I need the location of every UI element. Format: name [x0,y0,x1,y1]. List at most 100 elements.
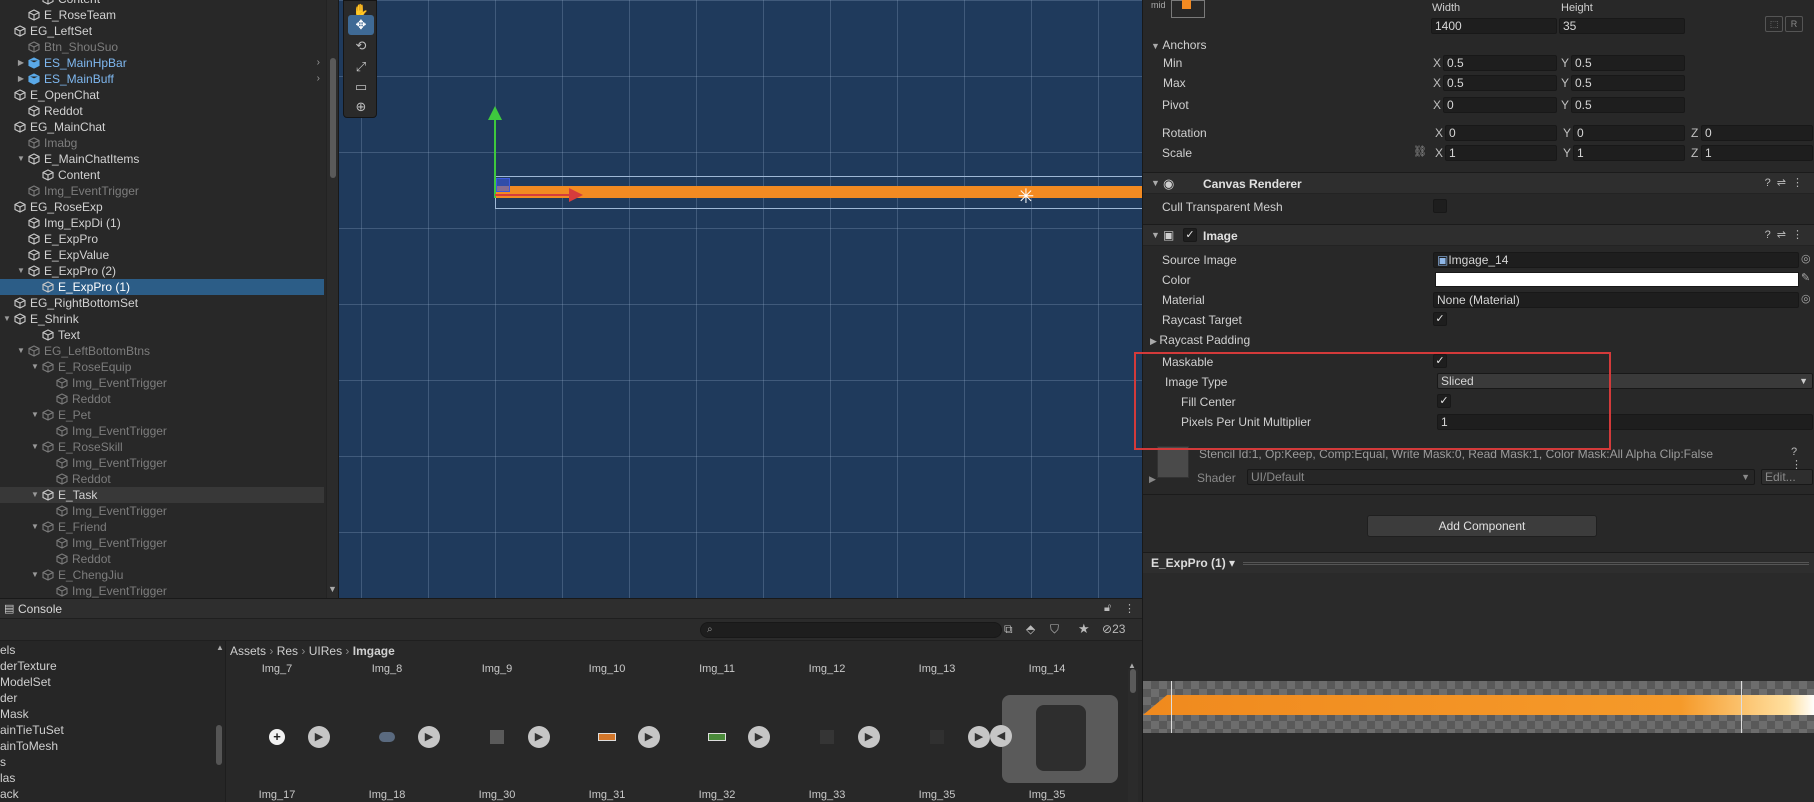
hierarchy-item[interactable]: Img_ExpDi (1) [0,215,324,231]
hierarchy-item[interactable]: E_OpenChat [0,87,324,103]
anchor-preset-button[interactable]: mid [1151,0,1205,20]
component-header-icons[interactable]: ?⇌⋮ [1765,176,1809,189]
hierarchy-item[interactable]: Reddot [0,391,324,407]
pivot-y-field[interactable]: 0.5 [1571,97,1685,113]
expand-sprites-icon[interactable]: ▶ [968,726,990,748]
color-swatch[interactable] [1435,272,1799,287]
asset-name[interactable]: Img_14 [1002,663,1092,675]
console-tab[interactable]: Console [18,602,62,616]
hierarchy-item[interactable]: ▼ E_Friend [0,519,324,535]
asset-name[interactable]: Img_7 [232,663,322,675]
breadcrumb-res[interactable]: Res [277,644,298,658]
asset-name[interactable]: Img_35 [1002,789,1092,801]
open-prefab-arrow-icon[interactable]: › [317,55,320,71]
foldout-expanded-icon[interactable]: ▼ [16,343,26,359]
hierarchy-item[interactable]: Btn_ShouSuo [0,39,324,55]
favorite-star-icon[interactable]: ★ [1078,621,1090,637]
scroll-up-icon[interactable]: ▲ [216,643,224,652]
asset-thumbnail[interactable] [706,726,728,748]
project-folder-item[interactable]: ainTieTuSet [0,723,64,737]
foldout-expanded-icon[interactable]: ▼ [30,439,40,455]
anchor-max-y-field[interactable]: 0.5 [1571,75,1685,91]
project-folder-item[interactable]: ainToMesh [0,739,58,753]
hierarchy-item[interactable]: Content [0,0,324,7]
hierarchy-item[interactable]: E_RoseTeam [0,7,324,23]
rotate-tool-icon[interactable]: ⟲ [348,36,374,56]
scale-tool-icon[interactable]: ⤢ [348,57,374,77]
gizmo-x-axis[interactable] [495,194,575,196]
foldout-expanded-icon[interactable]: ▼ [16,263,26,279]
hierarchy-item[interactable]: Reddot [0,471,324,487]
hierarchy-item[interactable]: Img_EventTrigger [0,583,324,598]
asset-name[interactable]: Img_32 [672,789,762,801]
project-folder-item[interactable]: der [0,691,17,705]
asset-thumbnail[interactable] [816,726,838,748]
hierarchy-item[interactable]: Reddot [0,551,324,567]
anchor-min-x-field[interactable]: 0.5 [1443,55,1557,71]
preview-title[interactable]: E_ExpPro (1) ▾ [1151,556,1235,570]
foldout-expanded-icon[interactable]: ▼ [16,151,26,167]
hierarchy-item[interactable]: Img_EventTrigger [0,375,324,391]
asset-thumbnail[interactable] [486,726,508,748]
anchors-foldout[interactable]: ▼ Anchors [1151,38,1206,52]
hierarchy-item[interactable]: ▶ ES_MainBuff › [0,71,324,87]
blueprint-mode-icon[interactable]: ⬚ [1765,16,1783,32]
anchor-min-y-field[interactable]: 0.5 [1571,55,1685,71]
material-header-icons[interactable]: ?⋮ [1791,446,1814,471]
expand-sprites-icon[interactable]: ▶ [748,726,770,748]
anchor-max-x-field[interactable]: 0.5 [1443,75,1557,91]
expand-sprites-icon[interactable]: ▶ [858,726,880,748]
foldout-arrow-icon[interactable]: ▼ [1151,230,1160,240]
asset-thumbnail[interactable] [376,726,398,748]
project-folder-item[interactable]: las [0,771,15,785]
hierarchy-item[interactable]: EG_RoseExp [0,199,324,215]
eyedropper-icon[interactable]: ✎ [1801,271,1810,284]
foldout-expanded-icon[interactable]: ▼ [30,519,40,535]
foldout-expanded-icon[interactable]: ▼ [30,359,40,375]
asset-grid-scrollbar[interactable]: ▲ [1128,661,1138,802]
hierarchy-item[interactable]: E_ExpPro [0,231,324,247]
hierarchy-item[interactable]: Img_EventTrigger [0,183,324,199]
hierarchy-item[interactable]: EG_MainChat [0,119,324,135]
expand-sprites-icon[interactable]: ▶ [418,726,440,748]
breadcrumb-imgage[interactable]: Imgage [353,644,395,658]
hidden-packages-icon[interactable]: ⊘23 [1102,622,1125,636]
collapse-sprites-icon[interactable]: ◀ [990,725,1012,747]
slice-border-left[interactable] [1171,681,1172,733]
search-input[interactable]: ⌕ [700,622,1002,638]
project-folder-item[interactable]: s [0,755,6,769]
foldout-collapsed-icon[interactable]: ▶ [16,55,26,71]
search-by-type-icon[interactable]: ⧉ [1004,622,1013,637]
shader-dropdown[interactable]: UI/Default ▼ [1247,469,1755,485]
folder-tree-scroll-thumb[interactable] [216,725,222,765]
asset-name[interactable]: Img_8 [342,663,432,675]
hierarchy-item[interactable]: ▼ EG_LeftBottomBtns [0,343,324,359]
height-field[interactable]: 35 [1559,18,1685,34]
hierarchy-item[interactable]: ▼ E_Task [0,487,324,503]
search-by-label-icon[interactable]: ⬘ [1026,622,1035,636]
project-folder-item[interactable]: els [0,643,15,657]
hierarchy-item[interactable]: E_ExpValue [0,247,324,263]
hierarchy-item[interactable]: ▼ E_ChengJiu [0,567,324,583]
project-folder-item[interactable]: derTexture [0,659,57,673]
gizmo-plane-handle[interactable] [496,178,510,192]
scroll-down-icon[interactable]: ▼ [328,584,337,594]
more-menu-icon[interactable]: ⋮ [1124,602,1135,615]
hierarchy-item[interactable]: ▼ E_MainChatItems [0,151,324,167]
foldout-expanded-icon[interactable]: ▼ [2,311,12,327]
cull-transparent-checkbox[interactable] [1433,199,1447,213]
object-picker-icon[interactable]: ◎ [1801,252,1811,265]
foldout-collapsed-icon[interactable]: ▶ [16,71,26,87]
hierarchy-item[interactable]: ▼ E_Pet [0,407,324,423]
asset-thumbnail[interactable] [926,726,948,748]
pivot-icon[interactable]: ✳ [1015,186,1037,208]
asset-name[interactable]: Img_33 [782,789,872,801]
hierarchy-item[interactable]: EG_LeftSet [0,23,324,39]
asset-name[interactable]: Img_18 [342,789,432,801]
hierarchy-item[interactable]: ▼ E_RoseEquip [0,359,324,375]
canvas-renderer-header[interactable]: ▼ ◉ Canvas Renderer ?⇌⋮ [1143,172,1814,194]
hierarchy-item[interactable]: Img_EventTrigger [0,503,324,519]
hierarchy-item[interactable]: Imabg [0,135,324,151]
preview-drag-handle[interactable] [1243,562,1809,565]
asset-name[interactable]: Img_17 [232,789,322,801]
